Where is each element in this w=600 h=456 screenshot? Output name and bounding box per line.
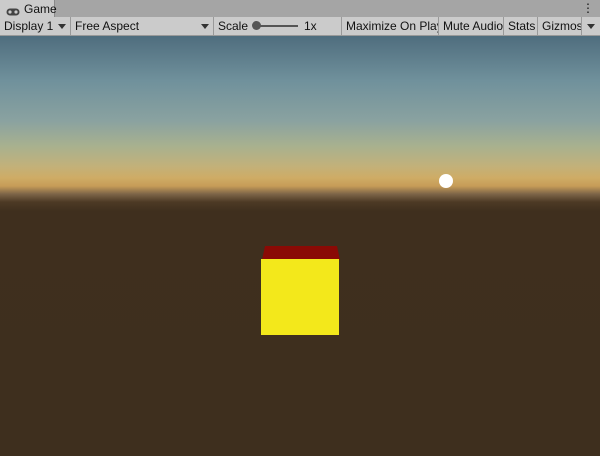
mute-audio-label: Mute Audio bbox=[443, 19, 504, 33]
maximize-on-play-toggle[interactable]: Maximize On Play bbox=[342, 17, 439, 35]
gamepad-icon bbox=[6, 5, 20, 15]
scale-control: Scale 1x bbox=[214, 17, 342, 35]
gizmos-label: Gizmos bbox=[542, 19, 582, 33]
display-dropdown[interactable]: Display 1 bbox=[0, 17, 71, 35]
sun bbox=[439, 174, 453, 188]
aspect-dropdown[interactable]: Free Aspect bbox=[71, 17, 214, 35]
game-toolbar: Display 1 Free Aspect Scale 1x Maximize … bbox=[0, 17, 600, 36]
game-viewport[interactable] bbox=[0, 36, 600, 456]
chevron-down-icon bbox=[201, 24, 209, 29]
cube-top-face bbox=[262, 246, 340, 260]
chevron-down-icon bbox=[587, 24, 595, 29]
game-window: Game ⋮ Display 1 Free Aspect Scale 1x Ma… bbox=[0, 0, 600, 456]
gizmos-dropdown[interactable] bbox=[582, 17, 600, 35]
gizmos-toggle[interactable]: Gizmos bbox=[538, 17, 582, 35]
aspect-dropdown-label: Free Aspect bbox=[75, 19, 140, 33]
mute-audio-toggle[interactable]: Mute Audio bbox=[439, 17, 504, 35]
stats-toggle[interactable]: Stats bbox=[504, 17, 538, 35]
stats-label: Stats bbox=[508, 19, 536, 33]
tab-strip: Game ⋮ bbox=[0, 0, 600, 18]
scale-slider-handle[interactable] bbox=[252, 21, 261, 30]
cube-front-face bbox=[261, 259, 339, 335]
tab-game[interactable]: Game bbox=[0, 0, 57, 17]
maximize-on-play-label: Maximize On Play bbox=[346, 19, 439, 33]
display-dropdown-label: Display 1 bbox=[4, 19, 54, 33]
kebab-menu-icon[interactable]: ⋮ bbox=[582, 1, 594, 15]
scale-label: Scale bbox=[218, 19, 249, 33]
scale-value: 1x bbox=[304, 19, 317, 33]
chevron-down-icon bbox=[58, 24, 66, 29]
tab-game-label: Game bbox=[24, 1, 57, 16]
